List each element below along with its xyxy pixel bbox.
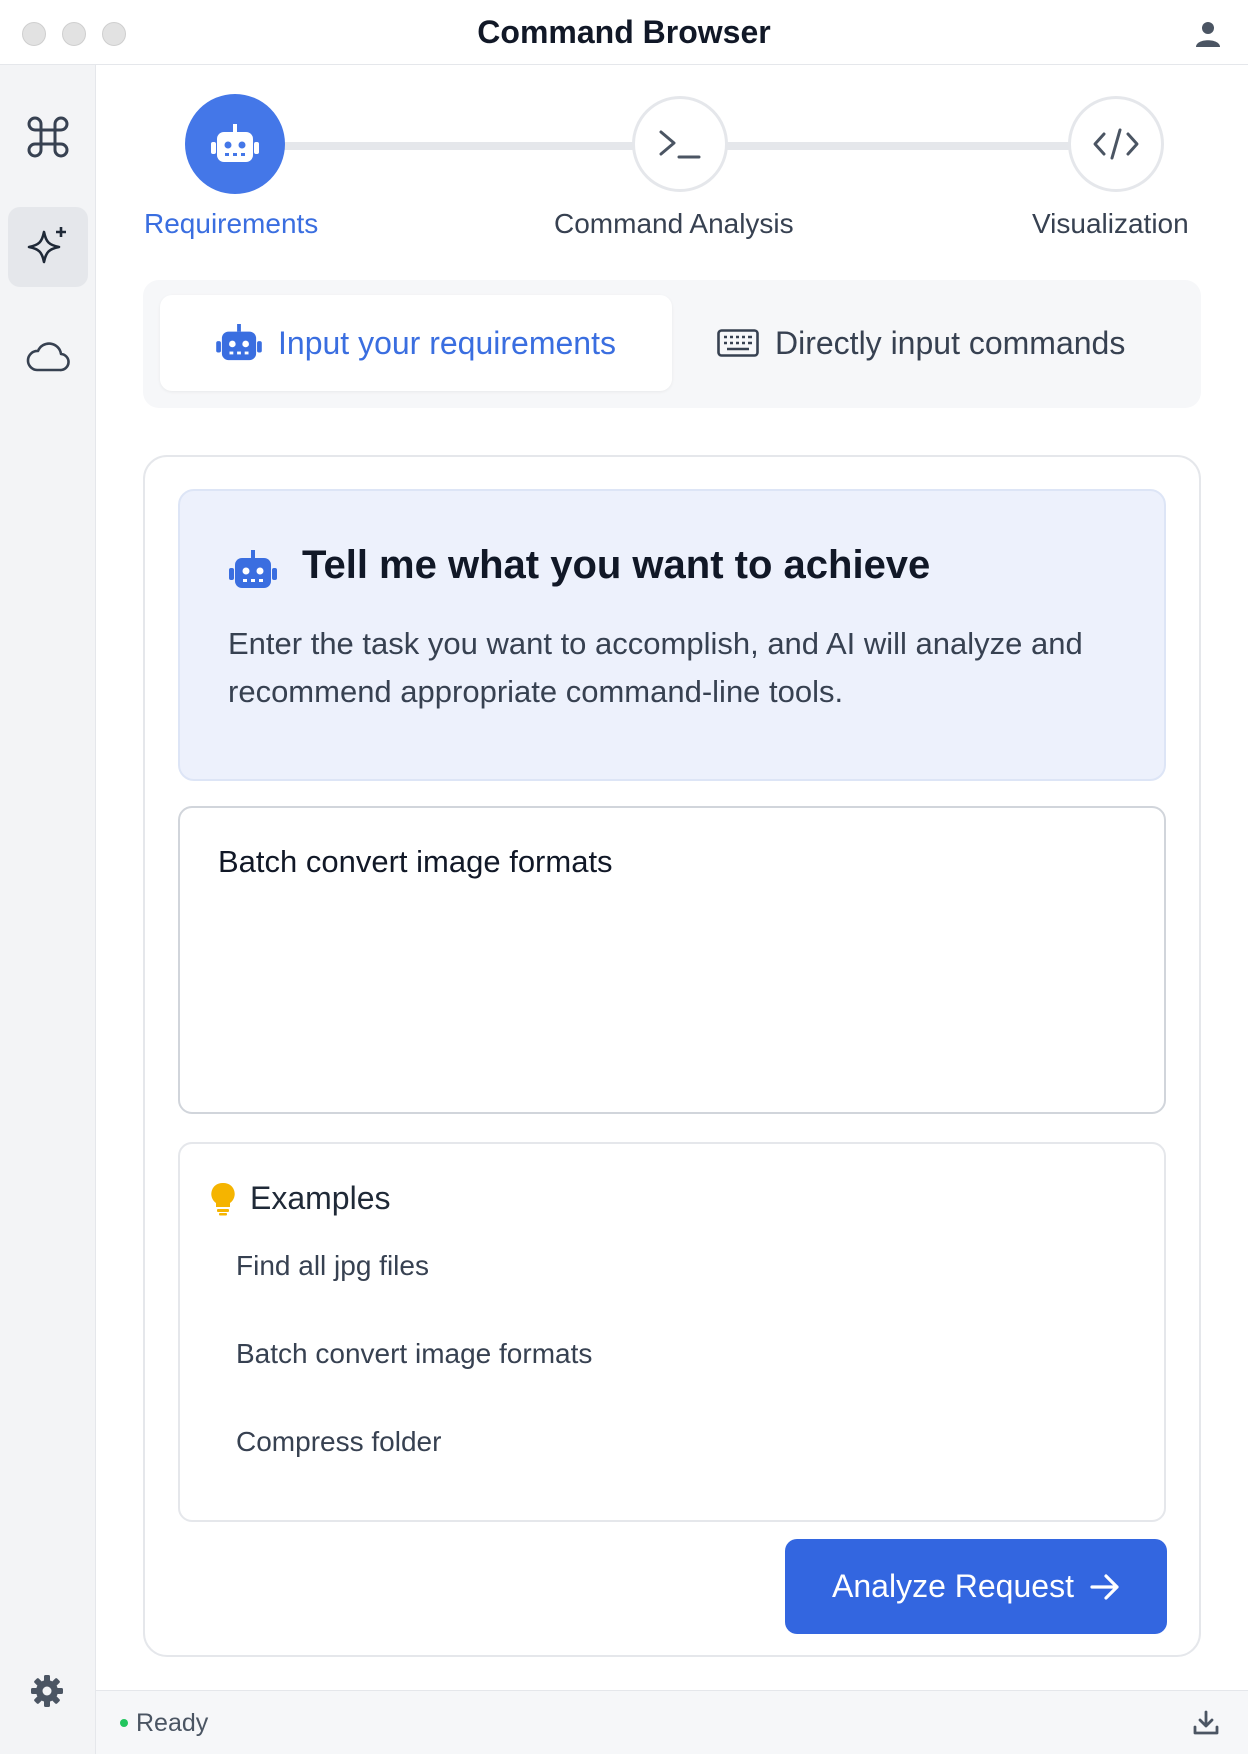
keyboard-icon <box>717 329 759 357</box>
status-bar: Ready <box>96 1690 1248 1754</box>
arrow-right-icon <box>1090 1573 1119 1600</box>
settings-button[interactable] <box>26 1670 68 1712</box>
analyze-request-button[interactable]: Analyze Request <box>785 1539 1167 1634</box>
sidebar-item-cloud[interactable] <box>8 317 88 397</box>
download-button[interactable] <box>1188 1705 1224 1741</box>
user-account-button[interactable] <box>1190 16 1226 52</box>
title-bar: Command Browser <box>0 0 1248 65</box>
cloud-icon <box>26 342 70 372</box>
stepper-connector <box>718 142 1072 150</box>
analyze-button-label: Analyze Request <box>832 1568 1074 1604</box>
tab-label: Directly input commands <box>775 324 1126 361</box>
code-icon <box>1093 128 1139 160</box>
examples-heading: Examples <box>250 1180 391 1216</box>
intro-description: Enter the task you want to accomplish, a… <box>228 626 1083 709</box>
sidebar-item-ai-assistant[interactable] <box>8 207 88 287</box>
robot-icon <box>229 550 277 588</box>
stepper-connector <box>250 142 658 150</box>
sidebar <box>0 65 96 1754</box>
example-item[interactable]: Find all jpg files <box>236 1250 429 1282</box>
sidebar-item-commands[interactable] <box>8 97 88 177</box>
examples-panel: Examples Find all jpg files Batch conver… <box>178 1142 1166 1522</box>
status-indicator <box>120 1719 128 1727</box>
terminal-icon <box>659 130 701 159</box>
robot-icon <box>216 324 262 361</box>
intro-title: Tell me what you want to achieve <box>302 543 931 587</box>
example-item[interactable]: Compress folder <box>236 1426 441 1458</box>
step-requirements[interactable] <box>185 94 285 194</box>
step-label-requirements: Requirements <box>144 208 319 239</box>
tab-label: Input your requirements <box>278 324 616 361</box>
robot-icon <box>211 124 259 162</box>
status-text: Ready <box>136 1709 209 1737</box>
tab-input-requirements[interactable]: Input your requirements <box>160 295 672 391</box>
lightbulb-icon <box>211 1182 235 1215</box>
user-icon <box>1196 22 1220 47</box>
step-label-visualization: Visualization <box>1032 208 1189 239</box>
window-title: Command Browser <box>477 14 771 50</box>
step-command-analysis[interactable] <box>632 96 728 192</box>
input-mode-tabs: Input your requirements Directly input c… <box>143 280 1201 408</box>
step-label-command-analysis: Command Analysis <box>554 208 794 239</box>
gear-icon <box>31 1675 63 1707</box>
command-icon <box>27 116 69 158</box>
download-icon <box>1193 1710 1219 1735</box>
example-item[interactable]: Batch convert image formats <box>236 1338 592 1370</box>
sparkles-icon <box>27 227 66 264</box>
tab-direct-commands[interactable]: Directly input commands <box>717 295 1125 391</box>
requirements-input[interactable]: Batch convert image formats <box>178 806 1166 1114</box>
step-visualization[interactable] <box>1068 96 1164 192</box>
examples-header: Examples <box>210 1180 391 1217</box>
